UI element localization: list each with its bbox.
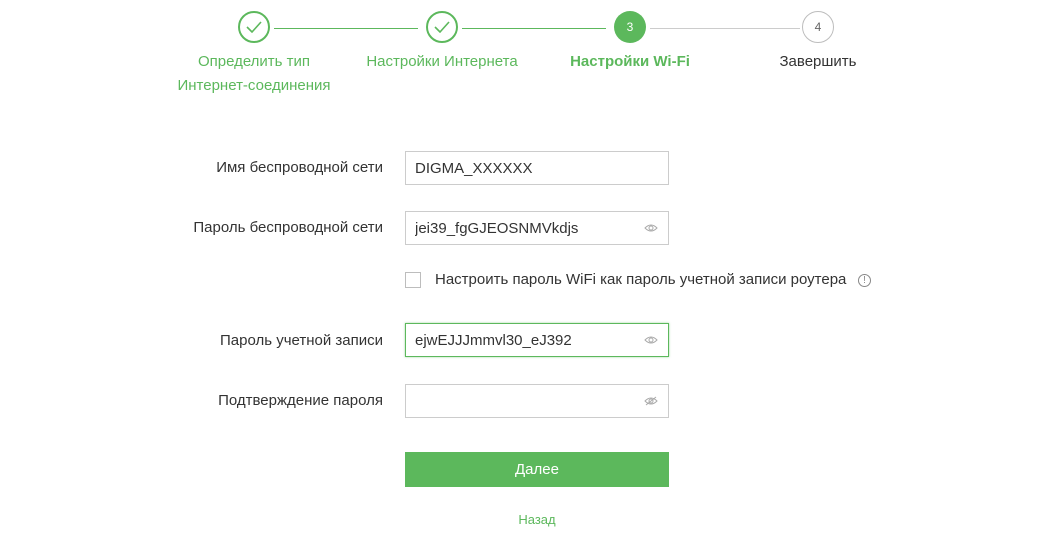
ssid-label: Имя беспроводной сети xyxy=(216,159,383,176)
confirm-password-field[interactable] xyxy=(405,384,669,418)
step-2-check-icon xyxy=(426,11,458,43)
confirm-password-label: Подтверждение пароля xyxy=(218,392,383,409)
back-link[interactable]: Назад xyxy=(405,512,669,527)
ssid-field[interactable] xyxy=(405,151,669,185)
account-password-field[interactable] xyxy=(405,323,669,357)
info-icon[interactable]: ! xyxy=(858,274,871,287)
account-password-input[interactable] xyxy=(415,324,635,356)
wifi-password-label: Пароль беспроводной сети xyxy=(193,219,383,236)
step-1-check-icon xyxy=(238,11,270,43)
hide-password-eye-icon[interactable] xyxy=(644,396,658,406)
step-3-number: 3 xyxy=(614,11,646,43)
step-4-number: 4 xyxy=(802,11,834,43)
confirm-password-input[interactable] xyxy=(415,385,635,417)
same-password-checkbox[interactable] xyxy=(405,272,421,288)
account-password-label: Пароль учетной записи xyxy=(219,332,383,349)
wizard-stepper: 3 4 Определить тип Интернет-соединения Н… xyxy=(0,0,1040,110)
step-1-label-line2: Интернет-соединения xyxy=(177,77,331,94)
show-password-eye-icon[interactable] xyxy=(644,223,658,233)
wifi-password-field[interactable] xyxy=(405,211,669,245)
show-password-eye-icon[interactable] xyxy=(644,335,658,345)
step-4-label: Завершить xyxy=(779,53,857,70)
step-1-label: Определить тип Интернет-соединения xyxy=(154,50,354,98)
step-connector xyxy=(462,28,606,29)
same-password-checkbox-label[interactable]: Настроить пароль WiFi как пароль учетной… xyxy=(435,271,846,288)
next-button[interactable]: Далее xyxy=(405,452,669,487)
ssid-input[interactable] xyxy=(415,152,635,184)
step-2-label: Настройки Интернета xyxy=(366,53,518,70)
step-1-label-line1: Определить тип xyxy=(197,53,311,70)
step-connector xyxy=(650,28,800,29)
step-3-label: Настройки Wi-Fi xyxy=(570,53,690,70)
step-connector xyxy=(274,28,418,29)
wifi-password-input[interactable] xyxy=(415,212,635,244)
